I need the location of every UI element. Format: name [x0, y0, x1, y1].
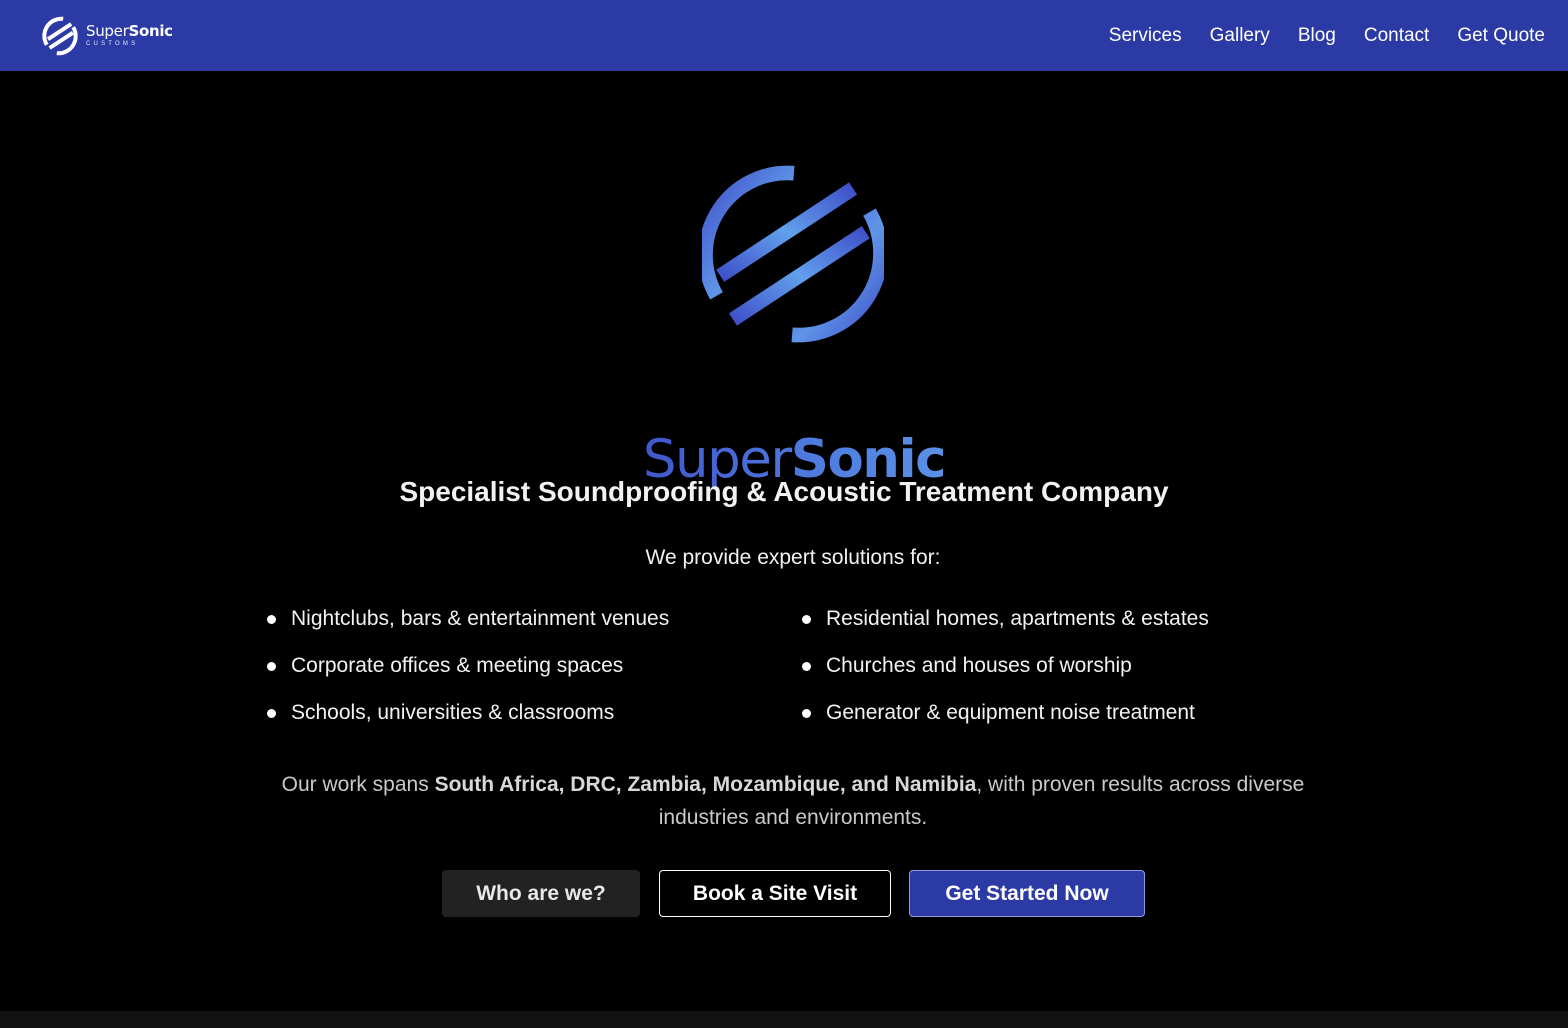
nav-link-gallery[interactable]: Gallery — [1210, 25, 1270, 47]
service-label: Churches and houses of worship — [826, 654, 1132, 677]
nav-link-services[interactable]: Services — [1109, 25, 1182, 47]
hero-section: SuperSonic Specialist Soundproofing & Ac… — [0, 71, 1568, 1011]
nav-link-blog[interactable]: Blog — [1298, 25, 1336, 47]
bullet-icon — [267, 615, 276, 624]
service-label: Generator & equipment noise treatment — [826, 701, 1195, 724]
brand-subtitle: CUSTOMS — [86, 41, 139, 47]
service-label: Schools, universities & classrooms — [291, 701, 615, 724]
bullet-icon — [267, 709, 276, 718]
service-label: Residential homes, apartments & estates — [826, 607, 1209, 630]
main-nav: Services Gallery Blog Contact Get Quote — [1109, 25, 1545, 47]
hero-tagline: Specialist Soundproofing & Acoustic Trea… — [399, 476, 1169, 507]
coverage-text: Our work spans South Africa, DRC, Zambia… — [270, 768, 1316, 834]
coverage-countries: South Africa, DRC, Zambia, Mozambique, a… — [434, 773, 977, 796]
get-started-now-button[interactable]: Get Started Now — [909, 870, 1145, 917]
footer-edge — [0, 1011, 1568, 1028]
service-item: Residential homes, apartments & estates — [799, 604, 1334, 651]
cta-buttons: Who are we? Book a Site Visit Get Starte… — [0, 870, 1568, 918]
bullet-icon — [267, 662, 276, 671]
bullet-icon — [802, 709, 811, 718]
brand-name: SuperSonic — [86, 24, 173, 39]
brand-name-light: Super — [86, 22, 129, 40]
nav-link-get-quote[interactable]: Get Quote — [1457, 25, 1545, 47]
brand-logo-link[interactable]: SuperSonic CUSTOMS — [40, 16, 173, 56]
service-item: Corporate offices & meeting spaces — [264, 651, 799, 698]
service-item: Churches and houses of worship — [799, 651, 1334, 698]
site-header: SuperSonic CUSTOMS Services Gallery Blog… — [0, 0, 1568, 71]
services-list: Nightclubs, bars & entertainment venues … — [264, 604, 1334, 745]
services-column-left: Nightclubs, bars & entertainment venues … — [264, 604, 799, 745]
bullet-icon — [802, 615, 811, 624]
service-label: Corporate offices & meeting spaces — [291, 654, 624, 677]
services-column-right: Residential homes, apartments & estates … — [799, 604, 1334, 745]
book-site-visit-button[interactable]: Book a Site Visit — [659, 870, 891, 917]
service-item: Schools, universities & classrooms — [264, 698, 799, 745]
service-item: Generator & equipment noise treatment — [799, 698, 1334, 745]
who-are-we-button[interactable]: Who are we? — [442, 870, 640, 917]
brand-text: SuperSonic CUSTOMS — [86, 24, 173, 48]
coverage-prefix: Our work spans — [281, 773, 435, 796]
service-label: Nightclubs, bars & entertainment venues — [291, 607, 670, 630]
supersonic-logo-icon — [42, 16, 78, 55]
nav-link-contact[interactable]: Contact — [1364, 25, 1429, 47]
bullet-icon — [802, 662, 811, 671]
service-item: Nightclubs, bars & entertainment venues — [264, 604, 799, 651]
hero-intro: We provide expert solutions for: — [645, 546, 941, 569]
brand-name-bold: Sonic — [128, 22, 173, 40]
supersonic-hero-logo-icon — [702, 165, 884, 343]
